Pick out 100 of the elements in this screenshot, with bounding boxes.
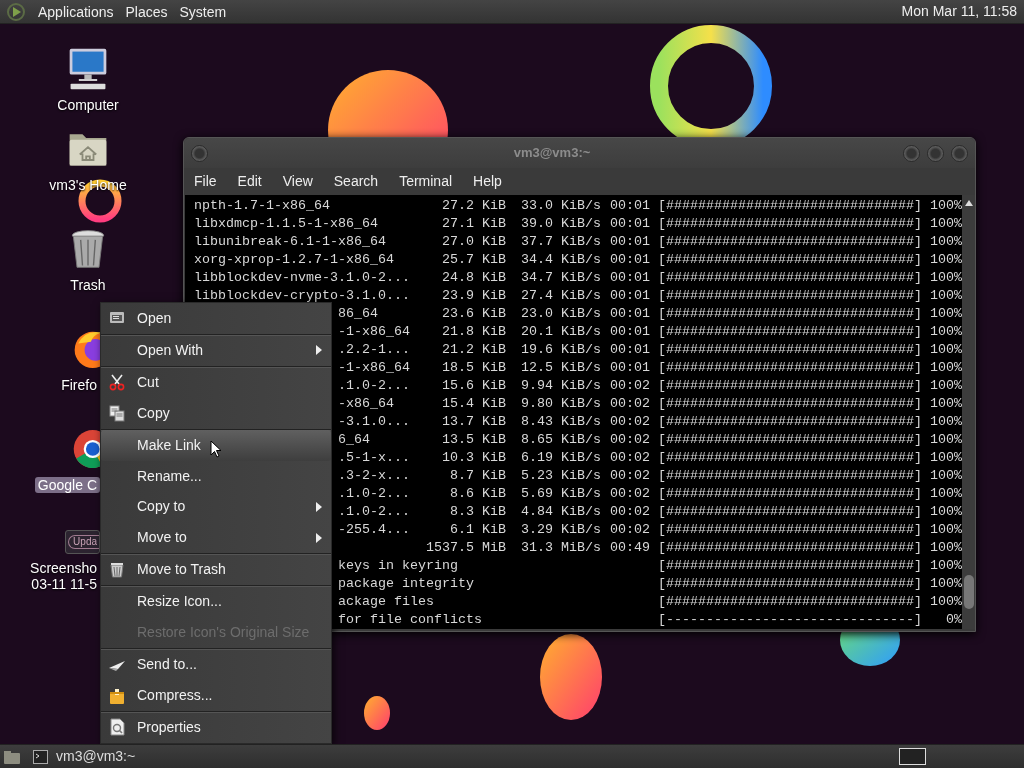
menu-item[interactable]: Copy — [101, 397, 331, 430]
percent-text: 100% — [929, 395, 962, 413]
elapsed-time: 00:02 — [610, 485, 650, 503]
taskbar-button[interactable]: vm3@vm3:~ — [27, 746, 142, 767]
file-size: 27.2 KiB — [441, 197, 506, 215]
percent-text: 100% — [929, 485, 962, 503]
package-name: package integrity — [338, 575, 474, 593]
scissors-icon — [108, 373, 126, 392]
elapsed-time: 00:02 — [610, 503, 650, 521]
percent-text: 100% — [929, 197, 962, 215]
mouse-pointer-icon — [210, 440, 222, 458]
download-speed: 23.0 KiB/s — [521, 305, 601, 323]
percent-text: 100% — [929, 359, 962, 377]
screenshot-thumbnail[interactable]: Upda — [65, 530, 100, 554]
percent-text: 100% — [929, 557, 962, 575]
elapsed-time: 00:02 — [610, 413, 650, 431]
workspace-switcher[interactable] — [899, 748, 926, 765]
percent-text: 100% — [929, 251, 962, 269]
file-size: 10.3 KiB — [441, 449, 506, 467]
scroll-up-arrow-icon[interactable] — [963, 199, 974, 207]
menu-item[interactable]: Search — [332, 171, 389, 192]
percent-text: 100% — [929, 287, 962, 305]
menu-item[interactable]: File — [193, 171, 227, 192]
scrollbar[interactable] — [962, 195, 975, 629]
app-menu-logo-icon[interactable] — [6, 1, 26, 22]
download-speed: 19.6 KiB/s — [521, 341, 601, 359]
show-desktop-icon[interactable] — [3, 748, 21, 765]
package-name: xorg-xprop-1.2.7-1-x86_64 — [194, 251, 394, 269]
icon-label: Screensho — [29, 560, 98, 576]
elapsed-time: 00:49 — [610, 539, 650, 557]
menu-item[interactable]: Copy to — [101, 491, 331, 523]
scrollbar-thumb[interactable] — [964, 575, 974, 609]
package-name: ackage files — [338, 593, 434, 611]
progress-bar-text: [###############################] — [658, 575, 922, 593]
file-size: 8.6 KiB — [449, 485, 506, 503]
submenu-arrow-icon — [315, 344, 323, 357]
icon-label: Trash — [69, 277, 107, 293]
progress-bar-text: [###############################] — [658, 341, 922, 359]
menu-item[interactable]: Properties — [101, 712, 331, 743]
package-name: .1.0-2... — [338, 377, 410, 395]
menu-item[interactable]: Compress... — [101, 680, 331, 712]
menu-item[interactable]: Help — [472, 171, 512, 192]
download-speed: 37.7 KiB/s — [521, 233, 601, 251]
download-speed: 12.5 KiB/s — [521, 359, 601, 377]
panel-menu[interactable]: Applications — [32, 0, 120, 23]
progress-bar-text: [###############################] — [658, 593, 922, 611]
download-speed: 20.1 KiB/s — [521, 323, 601, 341]
progress-bar-text: [###############################] — [658, 197, 922, 215]
download-speed: 9.94 KiB/s — [521, 377, 601, 395]
elapsed-time: 00:02 — [610, 395, 650, 413]
file-size: 21.8 KiB — [441, 323, 506, 341]
elapsed-time: 00:02 — [610, 449, 650, 467]
menu-item[interactable]: Open With — [101, 334, 331, 367]
file-size: 23.9 KiB — [441, 287, 506, 305]
panel-menu[interactable]: System — [173, 0, 233, 23]
download-speed: 8.65 KiB/s — [521, 431, 601, 449]
panel-menu[interactable]: Places — [119, 0, 174, 23]
percent-text: 100% — [929, 269, 962, 287]
progress-bar-text: [###############################] — [658, 413, 922, 431]
menu-item[interactable]: Open — [101, 303, 331, 335]
percent-text: 100% — [929, 521, 962, 539]
download-speed: 9.80 KiB/s — [521, 395, 601, 413]
menu-item[interactable]: Make Link — [101, 429, 331, 461]
percent-text: 0% — [945, 611, 962, 629]
file-size: 8.7 KiB — [449, 467, 506, 485]
package-name: -3.1.0... — [338, 413, 410, 431]
document-icon — [108, 718, 126, 737]
submenu-arrow-icon — [315, 501, 323, 513]
percent-text: 100% — [929, 215, 962, 233]
percent-text: 100% — [929, 323, 962, 341]
file-size: 15.4 KiB — [441, 395, 506, 413]
progress-bar-text: [###############################] — [658, 287, 922, 305]
elapsed-time: 00:01 — [610, 359, 650, 377]
menu-item[interactable]: View — [281, 171, 323, 192]
file-size: 13.7 KiB — [441, 413, 506, 431]
elapsed-time: 00:01 — [610, 215, 650, 233]
progress-bar-text: [-------------------------------] — [658, 611, 922, 629]
elapsed-time: 00:02 — [610, 521, 650, 539]
progress-bar-text: [###############################] — [658, 467, 922, 485]
progress-bar-text: [###############################] — [658, 485, 922, 503]
percent-text: 100% — [929, 233, 962, 251]
progress-bar-text: [###############################] — [658, 323, 922, 341]
percent-text: 100% — [929, 377, 962, 395]
download-speed: 34.4 KiB/s — [521, 251, 601, 269]
menu-item[interactable]: Send to... — [101, 649, 331, 681]
menu-item[interactable]: Rename... — [101, 460, 331, 492]
menu-item[interactable]: Terminal — [398, 171, 463, 192]
elapsed-time: 00:01 — [610, 287, 650, 305]
elapsed-time: 00:01 — [610, 233, 650, 251]
archive-box-icon — [108, 686, 126, 705]
percent-text: 100% — [929, 539, 962, 557]
menu-item[interactable]: Edit — [236, 171, 272, 192]
package-name: .3-2-x... — [338, 467, 410, 485]
menu-item[interactable]: Cut — [101, 366, 331, 398]
clock: Mon Mar 11, 11:58 — [901, 2, 1017, 21]
menu-item[interactable]: Resize Icon... — [101, 586, 331, 618]
menu-item[interactable]: Move to Trash — [101, 554, 331, 587]
elapsed-time: 00:01 — [610, 305, 650, 323]
menu-item[interactable]: Move to — [101, 522, 331, 555]
file-size: 27.1 KiB — [441, 215, 506, 233]
